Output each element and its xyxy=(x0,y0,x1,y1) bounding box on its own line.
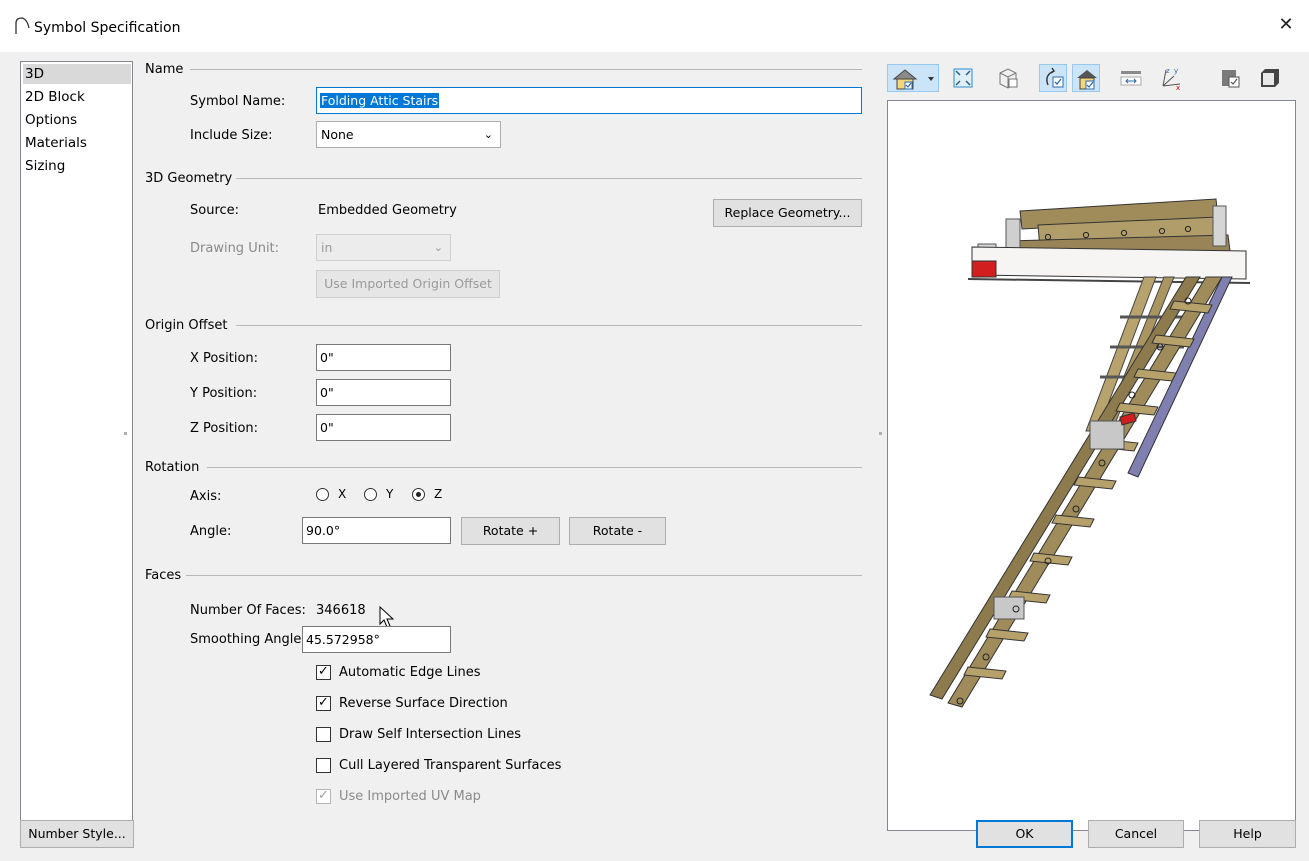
faces-section-heading: Faces xyxy=(145,568,182,583)
axes-icon[interactable]: z y x xyxy=(1156,64,1184,92)
origin-section-divider xyxy=(236,325,862,326)
check-icon: ✓ xyxy=(318,664,329,679)
render-check-icon[interactable] xyxy=(1072,64,1100,92)
checkbox-box: ✓ xyxy=(316,695,331,711)
y-position-label: Y Position: xyxy=(190,386,258,401)
number-of-faces-label: Number Of Faces: xyxy=(190,603,306,618)
y-position-input[interactable]: 0" xyxy=(316,379,451,406)
cull-layered-transparent-surfaces-label: Cull Layered Transparent Surfaces xyxy=(339,758,562,773)
radio-circle xyxy=(412,488,425,501)
nav-item-options[interactable]: Options xyxy=(23,110,131,130)
app-icon xyxy=(15,17,30,34)
automatic-edge-lines-label: Automatic Edge Lines xyxy=(339,665,481,680)
include-size-select[interactable]: None ⌄ xyxy=(316,121,501,148)
z-position-input[interactable]: 0" xyxy=(316,414,451,441)
rotate-check-icon[interactable] xyxy=(1039,64,1067,92)
rotation-section-heading: Rotation xyxy=(145,460,200,475)
folding-attic-stairs-model xyxy=(929,198,1251,708)
drawing-unit-label: Drawing Unit: xyxy=(190,241,280,256)
source-value: Embedded Geometry xyxy=(318,203,457,218)
svg-text:z: z xyxy=(1166,67,1170,75)
object-check-icon[interactable] xyxy=(1217,64,1245,92)
use-imported-uv-map-label: Use Imported UV Map xyxy=(339,789,481,804)
symbol-name-value: Folding Attic Stairs xyxy=(320,93,440,108)
category-list: 3D 2D Block Options Materials Sizing xyxy=(20,61,133,831)
splitter-grip-left[interactable] xyxy=(124,432,127,435)
help-button[interactable]: Help xyxy=(1199,820,1296,848)
z-position-label: Z Position: xyxy=(190,421,259,436)
svg-text:y: y xyxy=(1174,67,1178,75)
check-icon: ✓ xyxy=(318,695,329,710)
camera-house-icon[interactable] xyxy=(887,64,939,92)
include-size-value: None xyxy=(321,127,354,142)
splitter-grip-right[interactable] xyxy=(879,432,882,435)
axis-z-label: Z xyxy=(434,487,443,501)
chevron-down-icon: ⌄ xyxy=(483,128,493,141)
axis-x-radio[interactable]: X xyxy=(316,487,346,504)
title-bar: Symbol Specification ✕ xyxy=(0,0,1309,52)
origin-section-heading: Origin Offset xyxy=(145,318,228,333)
axis-y-radio[interactable]: Y xyxy=(364,487,393,504)
pan-icon[interactable] xyxy=(1117,64,1145,92)
name-section-heading: Name xyxy=(145,62,184,77)
cancel-button[interactable]: Cancel xyxy=(1088,820,1184,848)
x-position-input[interactable]: 0" xyxy=(316,344,451,371)
nav-item-materials[interactable]: Materials xyxy=(23,133,131,153)
checkbox-box xyxy=(316,758,331,773)
reverse-surface-direction-label: Reverse Surface Direction xyxy=(339,696,508,711)
window-title: Symbol Specification xyxy=(34,20,181,36)
axis-y-label: Y xyxy=(386,487,394,501)
cull-layered-transparent-surfaces-checkbox[interactable]: Cull Layered Transparent Surfaces xyxy=(316,757,576,775)
draw-self-intersection-lines-label: Draw Self Intersection Lines xyxy=(339,727,521,742)
include-size-label: Include Size: xyxy=(190,128,273,143)
check-icon: ✓ xyxy=(318,788,329,803)
faces-section-divider xyxy=(186,575,862,576)
drawing-unit-value: in xyxy=(321,240,333,255)
geometry-section-divider xyxy=(236,178,862,179)
cube-icon[interactable] xyxy=(1255,64,1283,92)
number-of-faces-value: 346618 xyxy=(316,603,366,618)
smoothing-angle-label: Smoothing Angle: xyxy=(190,632,306,647)
name-section-divider xyxy=(190,69,862,70)
rotation-section-divider xyxy=(207,467,862,468)
rotate-minus-button[interactable]: Rotate - xyxy=(569,517,666,545)
close-button[interactable]: ✕ xyxy=(1263,8,1309,42)
fit-view-icon[interactable] xyxy=(949,64,977,92)
chevron-down-icon: ⌄ xyxy=(433,241,443,254)
use-imported-uv-map-checkbox[interactable]: ✓ Use Imported UV Map xyxy=(316,788,516,806)
radio-dot xyxy=(416,492,421,497)
axis-label: Axis: xyxy=(190,489,222,504)
3d-preview-panel[interactable] xyxy=(887,100,1296,831)
replace-geometry-button[interactable]: Replace Geometry... xyxy=(713,199,862,227)
nav-item-2d-block[interactable]: 2D Block xyxy=(23,87,131,107)
source-label: Source: xyxy=(190,203,240,218)
symbol-name-input[interactable]: Folding Attic Stairs xyxy=(316,87,862,114)
nav-item-3d[interactable]: 3D xyxy=(23,64,131,84)
draw-self-intersection-lines-checkbox[interactable]: Draw Self Intersection Lines xyxy=(316,726,546,744)
angle-input[interactable]: 90.0° xyxy=(302,517,451,544)
preview-toolbar: z y x xyxy=(887,64,1296,94)
x-position-label: X Position: xyxy=(190,351,259,366)
smoothing-angle-input[interactable]: 45.572958° xyxy=(302,626,451,653)
drawing-unit-select[interactable]: in ⌄ xyxy=(316,234,451,261)
nav-item-sizing[interactable]: Sizing xyxy=(23,156,131,176)
checkbox-box: ✓ xyxy=(316,664,331,680)
svg-text:x: x xyxy=(1176,84,1180,92)
geometry-section-heading: 3D Geometry xyxy=(145,171,233,186)
reverse-surface-direction-checkbox[interactable]: ✓ Reverse Surface Direction xyxy=(316,695,536,713)
checkbox-box: ✓ xyxy=(316,788,331,804)
ok-button[interactable]: OK xyxy=(976,820,1073,848)
angle-label: Angle: xyxy=(190,524,232,539)
checkbox-box xyxy=(316,727,331,742)
axis-z-radio[interactable]: Z xyxy=(412,487,442,504)
radio-circle xyxy=(364,488,377,501)
axis-x-label: X xyxy=(338,487,347,501)
radio-circle xyxy=(316,488,329,501)
wireframe-icon[interactable] xyxy=(994,64,1022,92)
number-style-button[interactable]: Number Style... xyxy=(20,820,134,848)
rotate-plus-button[interactable]: Rotate + xyxy=(461,517,560,545)
use-imported-origin-offset-button[interactable]: Use Imported Origin Offset xyxy=(316,270,500,298)
symbol-name-label: Symbol Name: xyxy=(190,94,286,109)
automatic-edge-lines-checkbox[interactable]: ✓ Automatic Edge Lines xyxy=(316,664,516,682)
